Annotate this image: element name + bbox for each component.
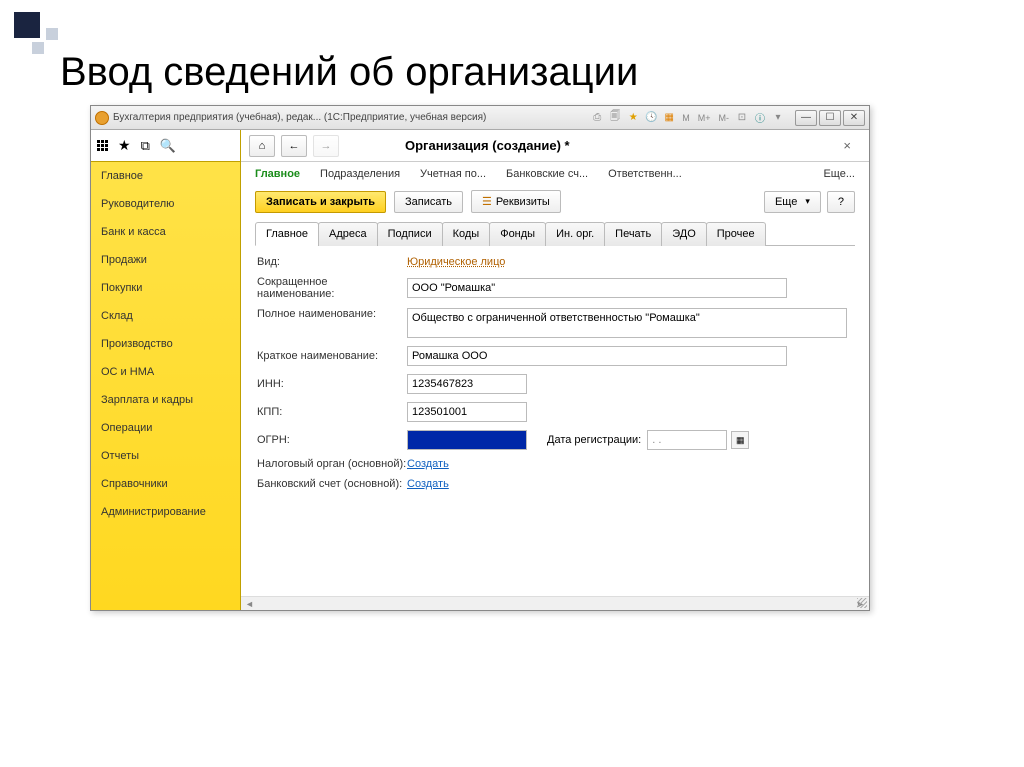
brief-name-label: Краткое наименование: [257,350,407,362]
favorites-icon[interactable]: ★ [118,137,131,154]
search-icon[interactable]: 🔍 [160,138,176,154]
titlebar: Бухгалтерия предприятия (учебная), редак… [91,106,869,130]
details-button[interactable]: ☰Реквизиты [471,190,561,213]
form-tab-codes[interactable]: Коды [442,222,491,246]
tab-more[interactable]: Еще... [823,168,855,180]
tab-accounting[interactable]: Учетная по... [420,168,486,180]
form-tab-other[interactable]: Прочее [706,222,766,246]
window-title: Бухгалтерия предприятия (учебная), редак… [113,112,486,123]
horizontal-scrollbar[interactable]: ◄ ► [241,596,869,610]
form-tab-signatures[interactable]: Подписи [377,222,443,246]
close-button[interactable]: ✕ [843,110,865,126]
full-name-input[interactable]: Общество с ограниченной ответственностью… [407,308,847,338]
tab-main[interactable]: Главное [255,168,300,180]
page-title: Организация (создание) * [405,138,570,153]
form-tab-print[interactable]: Печать [604,222,662,246]
m-button[interactable]: M [680,113,692,123]
section-tabs: Главное Подразделения Учетная по... Банк… [241,162,869,186]
sidebar-item-operations[interactable]: Операции [91,414,240,442]
sidebar-item-production[interactable]: Производство [91,330,240,358]
main-nav: ⌂ ← → Организация (создание) * × [241,130,869,162]
help-button[interactable]: ? [827,191,855,213]
forward-button[interactable]: → [313,135,339,157]
form-tab-edo[interactable]: ЭДО [661,222,707,246]
calc-icon[interactable]: ▦ [662,111,676,125]
sidebar-item-purchases[interactable]: Покупки [91,274,240,302]
minimize-button[interactable]: — [795,110,817,126]
form-tab-addresses[interactable]: Адреса [318,222,378,246]
back-button[interactable]: ← [281,135,307,157]
form-tab-main[interactable]: Главное [255,222,319,246]
ogrn-label: ОГРН: [257,434,407,446]
tab-bank-accounts[interactable]: Банковские сч... [506,168,588,180]
slide-decoration [14,12,58,40]
app-icon [95,111,109,125]
resize-grip[interactable] [857,598,867,608]
list-icon: ☰ [482,195,492,208]
tab-divisions[interactable]: Подразделения [320,168,400,180]
ogrn-input[interactable] [407,430,527,450]
clock-icon[interactable]: 🕓 [644,111,658,125]
kpp-input[interactable] [407,402,527,422]
sidebar-item-payroll[interactable]: Зарплата и кадры [91,386,240,414]
sidebar: ★ ⧉ 🔍 Главное Руководителю Банк и касса … [91,130,241,610]
form-tabs: Главное Адреса Подписи Коды Фонды Ин. ор… [255,221,855,246]
more-button[interactable]: Еще [764,191,821,213]
star-icon[interactable]: ★ [626,111,640,125]
inn-label: ИНН: [257,378,407,390]
slide-title: Ввод сведений об организации [60,50,1024,95]
reg-date-input[interactable]: . . [647,430,727,450]
inn-input[interactable] [407,374,527,394]
m-minus-button[interactable]: M- [717,113,732,123]
scroll-left-icon[interactable]: ◄ [245,599,254,609]
save-close-button[interactable]: Записать и закрыть [255,191,386,213]
create-bank-link[interactable]: Создать [407,478,449,490]
app-window: Бухгалтерия предприятия (учебная), редак… [90,105,870,611]
full-name-label: Полное наименование: [257,308,407,320]
sections-icon[interactable] [97,140,108,151]
sidebar-item-manager[interactable]: Руководителю [91,190,240,218]
create-tax-link[interactable]: Создать [407,458,449,470]
sidebar-item-main[interactable]: Главное [91,162,240,190]
sidebar-item-bank[interactable]: Банк и касса [91,218,240,246]
home-button[interactable]: ⌂ [249,135,275,157]
form-body: Вид: Юридическое лицо Сокращенное наимен… [241,246,869,596]
vid-value[interactable]: Юридическое лицо [407,256,505,268]
tool-icon[interactable]: 🗐 [608,111,622,125]
print-icon[interactable]: ⎙ [590,111,604,125]
info-icon[interactable]: ⓘ [753,111,767,125]
sidebar-top-toolbar: ★ ⧉ 🔍 [91,130,240,162]
zoom-icon[interactable]: ⊡ [735,111,749,125]
dropdown-icon[interactable]: ▾ [771,111,785,125]
maximize-button[interactable]: ☐ [819,110,841,126]
kpp-label: КПП: [257,406,407,418]
short-name-input[interactable] [407,278,787,298]
sidebar-item-assets[interactable]: ОС и НМА [91,358,240,386]
tax-authority-label: Налоговый орган (основной): [257,458,407,470]
close-tab-icon[interactable]: × [843,138,851,153]
bank-account-label: Банковский счет (основной): [257,478,407,490]
reg-date-label: Дата регистрации: [547,434,641,446]
vid-label: Вид: [257,256,407,268]
sidebar-item-warehouse[interactable]: Склад [91,302,240,330]
tab-responsible[interactable]: Ответственн... [608,168,682,180]
sidebar-item-sales[interactable]: Продажи [91,246,240,274]
history-icon[interactable]: ⧉ [141,138,150,154]
sidebar-item-reports[interactable]: Отчеты [91,442,240,470]
form-tab-foreign[interactable]: Ин. орг. [545,222,605,246]
short-name-label: Сокращенное наименование: [257,276,407,300]
toolbar: Записать и закрыть Записать ☰Реквизиты Е… [241,186,869,221]
sidebar-item-admin[interactable]: Администрирование [91,498,240,526]
main-area: ⌂ ← → Организация (создание) * × Главное… [241,130,869,610]
save-button[interactable]: Записать [394,191,463,213]
form-tab-funds[interactable]: Фонды [489,222,546,246]
brief-name-input[interactable] [407,346,787,366]
m-plus-button[interactable]: M+ [696,113,713,123]
sidebar-item-directories[interactable]: Справочники [91,470,240,498]
calendar-icon[interactable]: ▦ [731,431,749,449]
